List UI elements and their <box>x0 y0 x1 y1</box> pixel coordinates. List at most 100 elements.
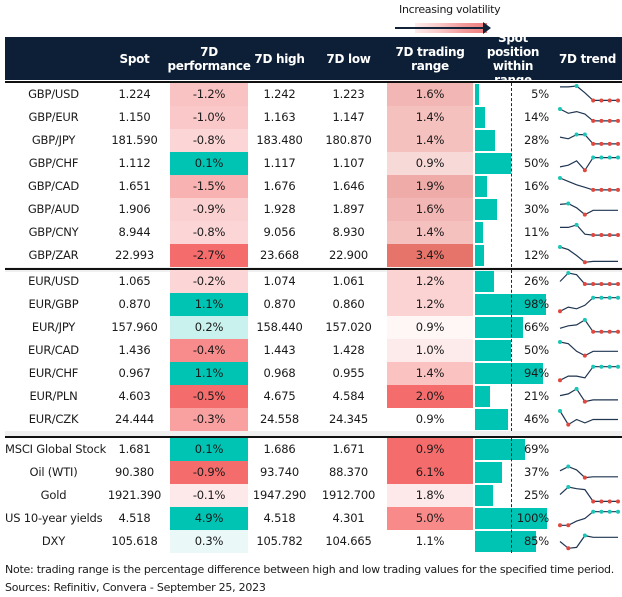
low-value: 1.223 <box>332 87 365 101</box>
header-7d-performance: 7D performance <box>167 44 251 73</box>
low-value: 104.665 <box>325 534 372 548</box>
trend-high-point <box>591 155 596 160</box>
trading-range-value: 1.4% <box>387 221 473 244</box>
trading-range-value: 1.1% <box>387 530 473 553</box>
trend-high-point <box>591 295 596 300</box>
trend-sparkline <box>558 340 618 358</box>
trend-low-point <box>616 118 620 123</box>
trend-sparkline <box>559 485 620 504</box>
trend-high-point <box>574 84 579 88</box>
high-value: 1.074 <box>263 274 296 288</box>
trend-sparkline <box>558 176 620 192</box>
trend-low-point <box>607 187 612 192</box>
trend-line <box>559 388 618 403</box>
performance-value: -0.9% <box>170 461 248 484</box>
position-value: 28% <box>524 133 549 147</box>
trend-high-point <box>558 176 562 180</box>
spot-value: 0.870 <box>118 297 151 311</box>
high-value: 105.782 <box>256 534 303 548</box>
header-7d-high: 7D high <box>254 51 305 66</box>
volatility-arrow-icon <box>395 27 483 29</box>
high-value: 1.117 <box>263 156 296 170</box>
high-value: 1.928 <box>263 202 296 216</box>
high-value: 1.686 <box>263 442 296 456</box>
low-value: 4.584 <box>332 389 365 403</box>
instrument-name: EUR/USD <box>28 274 79 288</box>
position-value: 66% <box>524 320 549 334</box>
trend-low-point <box>566 422 571 427</box>
trend-high-point <box>616 295 620 300</box>
performance-value: -0.8% <box>170 221 248 244</box>
performance-value: -0.4% <box>170 339 248 362</box>
trend-high-point <box>558 107 562 111</box>
trend-low-point <box>582 353 587 358</box>
performance-value: 0.2% <box>170 316 248 339</box>
position-value: 16% <box>524 179 549 193</box>
high-value: 4.675 <box>263 389 296 403</box>
table-row: EUR/PLN 4.603 -0.5% 4.675 4.584 2.0% 21% <box>5 385 622 408</box>
trend-low-point <box>607 118 612 123</box>
trend-sparkline <box>559 132 620 146</box>
performance-value: 0.1% <box>170 152 248 175</box>
instrument-name: Oil (WTI) <box>29 465 78 479</box>
position-value: 5% <box>531 87 549 101</box>
performance-value: 1.1% <box>170 362 248 385</box>
position-value: 98% <box>524 297 549 311</box>
instrument-name: EUR/CHF <box>28 366 79 380</box>
position-value: 30% <box>524 202 549 216</box>
trend-low-point <box>582 282 587 287</box>
midpoint-line <box>511 83 512 267</box>
trend-low-point <box>599 141 604 146</box>
high-value: 1947.290 <box>252 488 307 502</box>
instrument-name: EUR/PLN <box>29 389 78 403</box>
table-row: EUR/GBP 0.870 1.1% 0.870 0.860 1.2% 98% <box>5 293 622 316</box>
performance-value: 4.9% <box>170 507 248 530</box>
trend-low-point <box>599 282 604 287</box>
trading-range-value: 1.4% <box>387 362 473 385</box>
trend-line <box>559 297 618 312</box>
trend-low-point <box>591 329 596 334</box>
spot-value: 22.993 <box>114 248 155 262</box>
trading-range-value: 0.9% <box>387 316 473 339</box>
table-row: MSCI Global Stock 1.681 0.1% 1.686 1.671 0.9%… <box>5 438 622 461</box>
trend-sparkline <box>560 222 620 238</box>
position-value: 50% <box>524 343 549 357</box>
trend-high-point <box>599 364 604 369</box>
trend-low-point <box>599 187 604 192</box>
table-row: GBP/CNY 8.944 -0.8% 9.056 8.930 1.4% 11% <box>5 221 622 244</box>
trend-sparkline <box>558 295 620 314</box>
performance-value: -0.2% <box>170 270 248 293</box>
low-value: 1.061 <box>332 274 365 288</box>
low-value: 1.897 <box>332 202 365 216</box>
trend-low-point <box>599 329 604 334</box>
trend-low-point <box>607 499 612 504</box>
trend-low-point <box>616 282 620 287</box>
spot-value: 90.380 <box>114 465 155 479</box>
table-row: GBP/JPY 181.590 -0.8% 183.480 180.870 1.4% 28% <box>5 129 622 152</box>
trend-low-point <box>599 499 604 504</box>
position-value: 46% <box>524 412 549 426</box>
spot-value: 157.960 <box>111 320 158 334</box>
instrument-name: EUR/CZK <box>28 412 79 426</box>
trading-range-value: 1.9% <box>387 175 473 198</box>
trend-high-point <box>591 509 596 514</box>
sources: Sources: Refinitiv, Convera - September … <box>5 581 266 594</box>
trend-high-point <box>558 340 562 344</box>
low-value: 0.955 <box>332 366 365 380</box>
trend-low-point <box>616 98 620 103</box>
performance-value: 0.1% <box>170 438 248 461</box>
trend-low-point <box>607 282 612 287</box>
trend-sparkline <box>560 84 620 103</box>
table-row: EUR/JPY 157.960 0.2% 158.440 157.020 0.9% 66% <box>5 316 622 339</box>
trend-low-point <box>591 187 596 192</box>
trend-sparkline <box>558 245 618 265</box>
trend-low-point <box>616 233 620 238</box>
spot-value: 1.112 <box>118 156 151 170</box>
table-row: GBP/EUR 1.150 -1.0% 1.163 1.147 1.4% 14% <box>5 106 622 129</box>
high-value: 0.870 <box>263 297 296 311</box>
trend-low-point <box>616 329 620 334</box>
trend-high-point <box>616 155 620 160</box>
trend-high-point <box>566 464 571 469</box>
trend-sparkline <box>559 464 618 480</box>
trend-high-point <box>616 364 620 369</box>
